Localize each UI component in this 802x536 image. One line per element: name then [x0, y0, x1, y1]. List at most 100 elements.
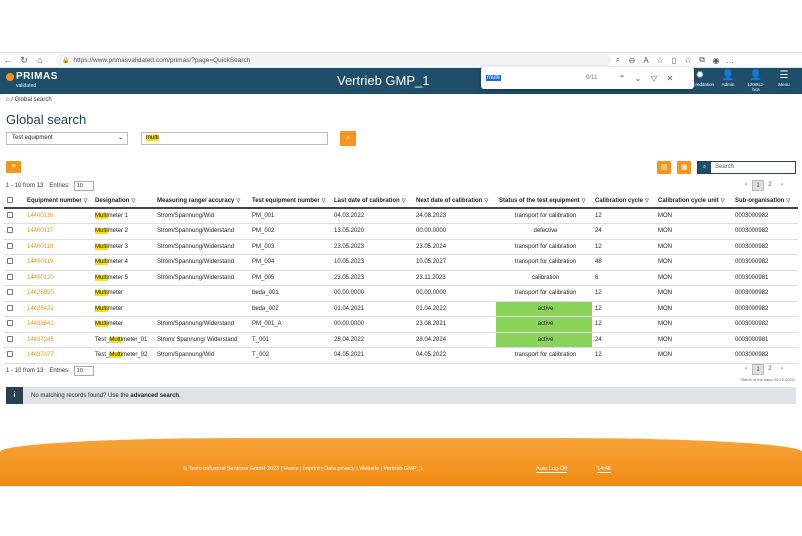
entries-select-bottom[interactable]: 10	[73, 366, 94, 376]
reload-icon[interactable]: ↻	[16, 55, 32, 66]
equipment-number-link[interactable]: 14400118	[24, 239, 92, 255]
col-next-calibration[interactable]: Next date of calibration ▽	[413, 194, 496, 209]
calibration-cycle-cell: 48	[592, 254, 655, 271]
row-checkbox[interactable]	[4, 285, 24, 302]
col-last-calibration[interactable]: Last date of calibration ▽	[331, 194, 413, 209]
find-next-icon[interactable]: ⌄	[630, 74, 646, 83]
measuring-range-cell: Strom/Spannung/Widerstand	[154, 270, 249, 286]
equipment-number-link[interactable]: 14400119	[24, 254, 92, 271]
sub-organisation-cell: 0003000982	[732, 285, 798, 302]
test-equipment-number-cell: PM_005	[249, 270, 331, 286]
global-search-input[interactable]: multi	[141, 132, 328, 145]
table-row[interactable]: 14400117 Multimeter 2 Strom/Spannung/Wider…	[4, 223, 798, 240]
favorite-icon[interactable]: ☆	[653, 56, 667, 65]
table-row[interactable]: 14437377 Test_Multimeter_02 Strom/Spannung…	[4, 347, 798, 364]
find-filter-icon[interactable]: ▽	[646, 74, 662, 83]
more-icon[interactable]: …	[723, 56, 737, 65]
search-icon: ⌕	[698, 162, 711, 173]
admin-button[interactable]: 👤 Admin	[716, 70, 740, 92]
row-checkbox[interactable]	[4, 208, 24, 224]
row-checkbox[interactable]	[4, 239, 24, 255]
table-row[interactable]: 14426421 Multimeter beda_002 01.04.2021 01.0…	[4, 301, 798, 317]
page-2[interactable]: 2	[764, 364, 776, 375]
equipment-number-link[interactable]: 14400116	[24, 208, 92, 224]
home-icon[interactable]: ⌂	[6, 97, 10, 103]
split-icon[interactable]: ▯	[667, 56, 681, 65]
zoom-icon[interactable]: ⊖	[625, 56, 639, 65]
find-input[interactable]: multi	[486, 72, 586, 84]
page-2[interactable]: 2	[764, 180, 776, 191]
column-toggle-button[interactable]: ≡	[6, 161, 21, 173]
col-equipment-number[interactable]: Equipment number ▽	[24, 194, 92, 209]
search-button[interactable]: ⌕	[340, 131, 356, 146]
footer-links[interactable]: © Testo Industrial Services GmbH 2023 | …	[183, 466, 423, 472]
table-row[interactable]: 14433641 Multimeter Strom/Spannung/Widerst…	[4, 316, 798, 333]
favorites-bar-icon[interactable]: ☆	[681, 56, 695, 65]
collections-icon[interactable]: ⧉	[695, 55, 709, 65]
back-icon[interactable]: ←	[0, 55, 16, 65]
browser-toolbar: ← ↻ ⌂ 🔒 https://www.primasvalidated.com/…	[0, 52, 802, 68]
designation-cell: Multimeter 2	[92, 223, 154, 240]
equipment-number-link[interactable]: 14425920	[24, 285, 92, 302]
table-row[interactable]: 14400118 Multimeter 3 Strom/Spannung/Wider…	[4, 239, 798, 255]
find-icon[interactable]: ⌕	[611, 55, 625, 65]
designation-cell: Multimeter 3	[92, 239, 154, 255]
page-1[interactable]: 1	[752, 364, 764, 375]
equipment-number-link[interactable]: 14426421	[24, 301, 92, 317]
table-row[interactable]: 14400119 Multimeter 4 Strom/Spannung/Wider…	[4, 254, 798, 271]
table-row[interactable]: 14425920 Multimeter beda_001 00.00.0000 00.0…	[4, 285, 798, 302]
col-calibration-cycle[interactable]: Calibration cycle ▽	[592, 194, 655, 209]
row-checkbox[interactable]	[4, 332, 24, 348]
table-row[interactable]: 14437245 Test_Multimeter_01 Strom/ Spannun…	[4, 332, 798, 348]
calibration-cycle-unit-cell: MON	[655, 332, 732, 348]
home-icon[interactable]: ⌂	[32, 55, 48, 65]
equipment-number-link[interactable]: 14400117	[24, 223, 92, 240]
profile-icon[interactable]: ◉	[709, 56, 723, 65]
col-measuring-range[interactable]: Measuring range/ accuracy ▽	[154, 194, 249, 209]
equipment-number-link[interactable]: 14437245	[24, 332, 92, 348]
table-search[interactable]: ⌕ Search	[697, 161, 796, 174]
select-all-checkbox[interactable]	[4, 194, 24, 209]
export-pdf-button[interactable]: ▤	[657, 161, 671, 174]
table-row[interactable]: 14400116 Multimeter 1 Strom/Spannung/Wid PM…	[4, 208, 798, 224]
row-checkbox[interactable]	[4, 347, 24, 364]
search-icon: ⌕	[346, 135, 350, 142]
row-checkbox[interactable]	[4, 316, 24, 333]
find-close-icon[interactable]: ✕	[662, 74, 678, 83]
export-excel-button[interactable]: ▦	[677, 161, 691, 174]
pagination-top: ‹ 1 2 ›	[740, 180, 788, 191]
col-sub-organisation[interactable]: Sub-organisation ▽	[732, 194, 798, 209]
equipment-number-link[interactable]: 14400120	[24, 270, 92, 286]
table-row[interactable]: 14400120 Multimeter 5 Strom/Spannung/Wider…	[4, 270, 798, 286]
next-page-icon[interactable]: ›	[776, 180, 788, 191]
equipment-number-link[interactable]: 14433641	[24, 316, 92, 333]
page-1[interactable]: 1	[752, 180, 764, 191]
next-calibration-cell: 01.04.2022	[413, 301, 496, 317]
menu-button[interactable]: ☰ Menu	[772, 70, 796, 92]
prev-page-icon[interactable]: ‹	[740, 180, 752, 191]
col-status[interactable]: Status of the test equipment ▽	[496, 194, 592, 209]
col-designation[interactable]: Designation ▽	[92, 194, 154, 209]
sort-icon: ▽	[720, 197, 725, 204]
advanced-search-link[interactable]: advanced search	[130, 393, 179, 399]
entries-select-top[interactable]: 10	[73, 181, 94, 191]
table-search-input[interactable]: Search	[711, 162, 734, 173]
next-page-icon[interactable]: ›	[776, 364, 788, 375]
next-calibration-cell: 23.05.2024	[413, 239, 496, 255]
col-test-equipment-number[interactable]: Test equipment number ▽	[249, 194, 331, 209]
primas-logo[interactable]: PRIMAS validated	[6, 71, 62, 91]
user-button[interactable]: 👤 1200tcz-bca	[744, 70, 768, 92]
category-select[interactable]: Test equipment ⌄	[6, 132, 128, 145]
address-bar[interactable]: 🔒 https://www.primasvalidated.com/primas…	[56, 54, 611, 66]
col-calibration-cycle-unit[interactable]: Calibration cycle unit ▽	[655, 194, 732, 209]
row-checkbox[interactable]	[4, 301, 24, 317]
equipment-number-link[interactable]: 14437377	[24, 347, 92, 364]
find-prev-icon[interactable]: ⌃	[614, 74, 630, 83]
row-checkbox[interactable]	[4, 270, 24, 286]
prev-page-icon[interactable]: ‹	[740, 364, 752, 375]
row-checkbox[interactable]	[4, 254, 24, 271]
table-icon: ▦	[680, 164, 688, 171]
row-checkbox[interactable]	[4, 223, 24, 240]
measuring-range-cell: Strom/Spannung/Widerstand	[154, 239, 249, 255]
read-aloud-icon[interactable]: A	[639, 56, 653, 65]
